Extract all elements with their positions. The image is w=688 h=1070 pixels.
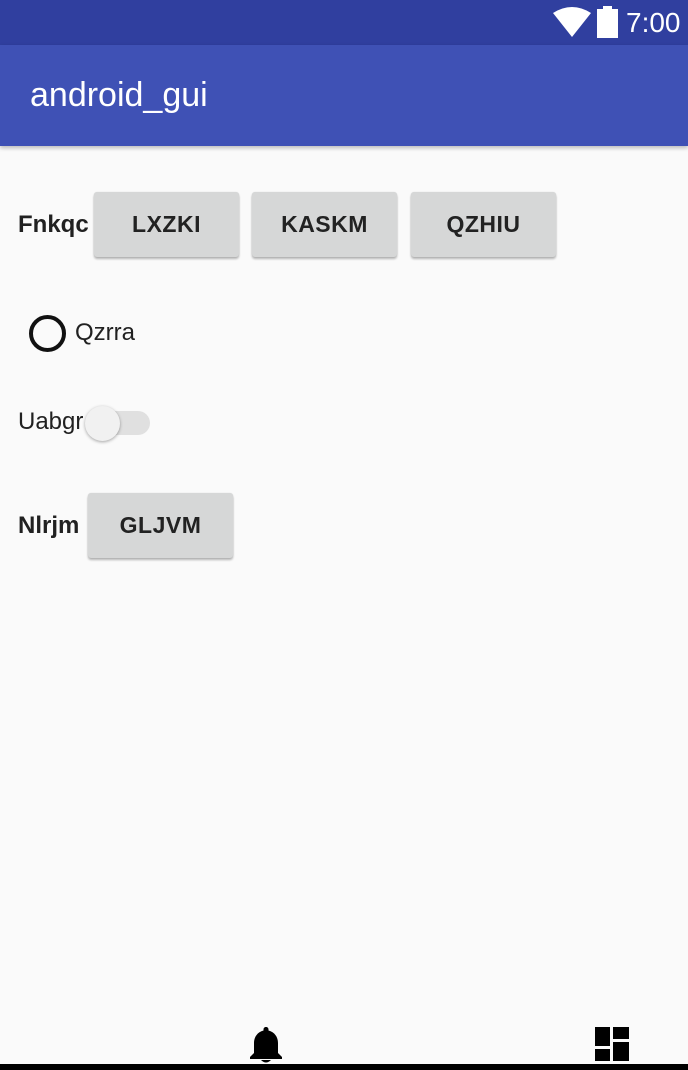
qzhiu-button[interactable]: QZHIU: [411, 192, 556, 257]
qzrra-radio-label[interactable]: Qzrra: [75, 318, 135, 348]
lxzki-button[interactable]: LXZKI: [94, 192, 239, 257]
kaskm-button[interactable]: KASKM: [252, 192, 397, 257]
bell-icon[interactable]: [249, 1025, 283, 1065]
nav-bar-edge: [0, 1064, 688, 1070]
switch-thumb[interactable]: [85, 406, 120, 441]
app-bar: android_gui: [0, 45, 688, 146]
battery-icon: [597, 6, 618, 38]
gljvm-button[interactable]: GLJVM: [88, 493, 233, 558]
fnkqc-label: Fnkqc: [18, 211, 89, 238]
status-bar: 7:00: [0, 0, 688, 45]
qzrra-radio[interactable]: [29, 315, 66, 352]
app-title: android_gui: [30, 76, 208, 114]
dashboard-icon[interactable]: [595, 1027, 629, 1061]
wifi-icon: [553, 7, 591, 37]
nlrjm-label: Nlrjm: [18, 512, 80, 539]
uabgr-label: Uabgr: [18, 408, 84, 435]
status-time: 7:00: [626, 7, 681, 38]
